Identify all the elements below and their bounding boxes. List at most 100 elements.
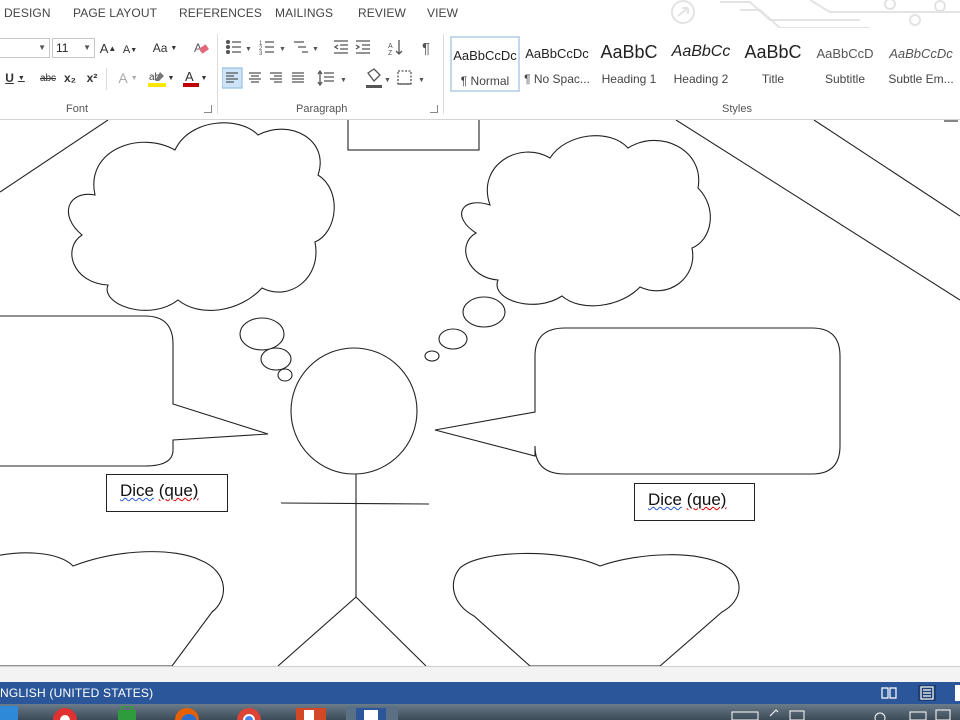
network-icon — [789, 710, 805, 720]
start-button-icon[interactable] — [0, 706, 18, 720]
styles-group-label: Styles — [722, 103, 752, 115]
style-normal[interactable]: AaBbCcDc ¶ Normal — [450, 36, 520, 92]
shading-icon — [366, 68, 382, 88]
thought-bubble-left[interactable] — [67, 122, 335, 311]
font-size-value: 11 — [56, 41, 69, 55]
tab-references[interactable]: REFERENCES — [179, 6, 262, 20]
paragraph-group-label: Paragraph — [296, 103, 348, 115]
tab-mailings[interactable]: MAILINGS — [275, 6, 333, 20]
style-name: ¶ Normal — [460, 74, 510, 88]
font-color-button[interactable]: A ▼ — [180, 68, 210, 88]
recorder-icon[interactable] — [44, 706, 86, 720]
thought-circle[interactable] — [424, 350, 440, 362]
diagonal-line[interactable] — [813, 120, 960, 217]
paragraph-controls: 123 AZ ¶ ▼ ▼ ▼ ▼ ▼ ▼ — [222, 39, 430, 89]
align-center-icon — [249, 72, 261, 83]
svg-text:▼: ▼ — [245, 46, 252, 53]
firefox-icon[interactable] — [166, 706, 208, 720]
stick-figure-right-leg[interactable] — [355, 596, 427, 666]
chevron-down-icon: ▼ — [167, 74, 175, 82]
thought-circle[interactable] — [260, 347, 292, 371]
svg-text:3: 3 — [259, 51, 263, 57]
chevron-down-icon: ▼ — [17, 74, 25, 82]
subscript-button[interactable]: x₂ — [62, 68, 78, 88]
thought-circle[interactable] — [438, 328, 468, 350]
diagonal-line[interactable] — [675, 120, 960, 301]
font-group-label: Font — [66, 103, 89, 115]
svg-text:A: A — [185, 69, 194, 84]
thought-bubble-right[interactable] — [461, 135, 711, 307]
style-name: ¶ No Spac... — [524, 72, 590, 86]
word-window: DESIGN PAGE LAYOUT REFERENCES MAILINGS R… — [0, 0, 960, 720]
superscript-button[interactable]: x² — [84, 68, 100, 88]
style-heading-2[interactable]: AaBbCc Heading 2 — [666, 36, 736, 92]
style-heading-1[interactable]: AaBbC Heading 1 — [594, 36, 664, 92]
web-layout-icon[interactable] — [955, 685, 960, 701]
style-preview: AaBbCcDc — [525, 46, 589, 61]
read-mode-icon[interactable] — [880, 685, 898, 701]
speech-bubble-right[interactable] — [434, 327, 841, 475]
clear-formatting-button[interactable]: A — [192, 38, 210, 58]
thought-circle[interactable] — [239, 317, 285, 351]
horizontal-scroll-area[interactable] — [0, 666, 960, 682]
drawing-canvas — [0, 120, 960, 666]
numbering-icon: 123 — [259, 41, 274, 57]
stick-figure-head[interactable] — [290, 347, 418, 475]
keyboard-icon — [731, 711, 759, 720]
speech-bubble-left[interactable] — [0, 315, 269, 467]
store-icon[interactable] — [106, 706, 148, 720]
powerpoint-icon[interactable] — [290, 706, 332, 720]
bullets-icon — [225, 39, 241, 55]
heart-right[interactable] — [452, 552, 740, 666]
change-case-button[interactable]: Aa ▼ — [150, 38, 180, 58]
ribbon-circuit-decoration — [671, 0, 960, 29]
style-subtle-emphasis[interactable]: AaBbCcDc Subtle Em... — [882, 36, 960, 92]
document-page[interactable]: Dice (que) Dice (que) — [0, 120, 960, 666]
style-preview: AaBbCcD — [816, 46, 874, 61]
chevron-down-icon: ▼ — [200, 74, 208, 82]
style-no-spacing[interactable]: AaBbCcDc ¶ No Spac... — [522, 36, 592, 92]
tab-view[interactable]: VIEW — [427, 6, 458, 20]
style-preview: AaBbCcDc — [889, 46, 953, 61]
diagonal-line[interactable] — [0, 120, 109, 193]
highlight-color-button[interactable]: ab ▼ — [146, 68, 176, 88]
underline-label: U — [5, 71, 14, 85]
caption-word: (que) — [686, 490, 727, 509]
strikethrough-button[interactable]: abc — [38, 68, 58, 88]
style-title[interactable]: AaBbC Title — [738, 36, 808, 92]
font-name-combo[interactable]: ▼ — [0, 38, 50, 58]
shrink-font-button[interactable]: A ▼ — [122, 40, 138, 60]
borders-icon — [397, 70, 412, 85]
stick-figure-left-leg[interactable] — [277, 596, 357, 666]
print-layout-icon[interactable] — [918, 685, 936, 701]
thought-circle[interactable] — [277, 368, 293, 382]
underline-button[interactable]: U ▼ — [4, 68, 26, 88]
line-spacing-icon — [317, 69, 334, 87]
svg-text:▼: ▼ — [279, 46, 286, 53]
stick-figure-arms[interactable] — [280, 502, 430, 505]
style-preview: AaBbC — [600, 42, 658, 62]
font-size-combo[interactable]: 11 ▼ — [52, 38, 95, 58]
style-subtitle[interactable]: AaBbCcD Subtitle — [810, 36, 880, 92]
font-dialog-launcher-icon[interactable] — [204, 105, 212, 113]
status-bar: NGLISH (UNITED STATES) — [0, 682, 960, 704]
separator — [443, 34, 444, 114]
tab-page-layout[interactable]: PAGE LAYOUT — [73, 6, 157, 20]
chrome-icon[interactable] — [228, 706, 270, 720]
svg-text:Z: Z — [388, 50, 393, 57]
tab-review[interactable]: REVIEW — [358, 6, 406, 20]
tab-design[interactable]: DESIGN — [4, 6, 51, 20]
top-text-box[interactable] — [347, 120, 480, 151]
thought-circle[interactable] — [462, 296, 506, 328]
heart-left[interactable] — [0, 551, 225, 666]
right-caption-box[interactable]: Dice (que) — [634, 483, 755, 521]
style-name: Heading 2 — [673, 72, 729, 86]
word-icon[interactable] — [346, 706, 398, 720]
paragraph-dialog-launcher-icon[interactable] — [430, 105, 438, 113]
sort-icon: AZ — [388, 40, 403, 57]
language-indicator[interactable]: NGLISH (UNITED STATES) — [0, 686, 153, 700]
battery-icon — [909, 711, 927, 720]
text-effects-button[interactable]: A ▼ — [114, 68, 142, 88]
grow-font-button[interactable]: A ▲ — [100, 38, 117, 58]
left-caption-box[interactable]: Dice (que) — [106, 474, 228, 512]
